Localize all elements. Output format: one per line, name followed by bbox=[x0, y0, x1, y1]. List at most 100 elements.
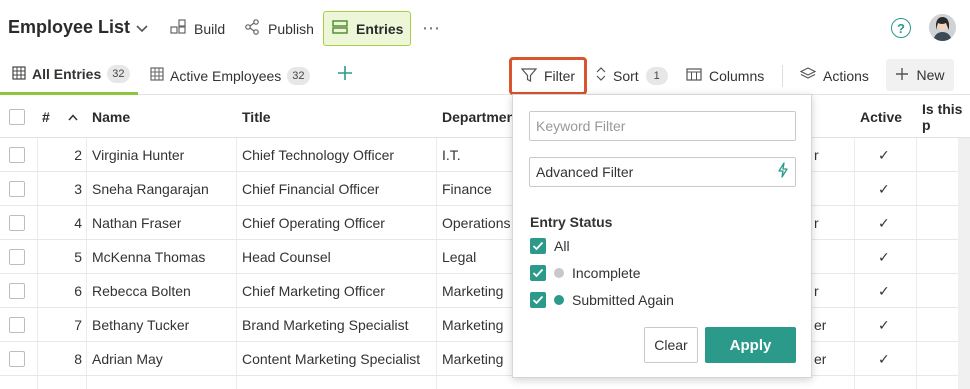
status-option-submitted-again[interactable]: Submitted Again bbox=[530, 292, 674, 308]
columns-button[interactable]: Columns bbox=[686, 56, 764, 95]
row-number: 3 bbox=[74, 181, 82, 197]
avatar[interactable] bbox=[929, 14, 956, 41]
row-department: Legal bbox=[442, 249, 477, 265]
row-partial-cell: er bbox=[814, 317, 827, 333]
tab-active-employees[interactable]: Active Employees 32 bbox=[150, 56, 310, 95]
row-title: Head Counsel bbox=[242, 249, 331, 265]
help-icon[interactable]: ? bbox=[891, 18, 911, 38]
keyword-filter-input[interactable] bbox=[529, 111, 796, 141]
sort-ascending-icon[interactable] bbox=[68, 96, 78, 138]
sort-icon bbox=[596, 67, 606, 84]
row-checkbox[interactable] bbox=[9, 351, 25, 367]
row-title: Chief Marketing Officer bbox=[242, 283, 385, 299]
sort-count-badge: 1 bbox=[645, 66, 668, 85]
table-row[interactable]: 3 Sneha Rangarajan Chief Financial Offic… bbox=[0, 172, 970, 206]
nav-publish-label: Publish bbox=[268, 20, 314, 37]
status-option-incomplete-label: Incomplete bbox=[572, 265, 641, 281]
sort-button-label: Sort bbox=[613, 67, 639, 84]
advanced-filter-label: Advanced Filter bbox=[536, 164, 634, 180]
checkmark-icon: ✓ bbox=[878, 350, 890, 367]
checkbox-checked-icon[interactable] bbox=[530, 238, 546, 254]
row-checkbox[interactable] bbox=[9, 317, 25, 333]
filter-popover: Advanced Filter Entry Status All Incompl… bbox=[512, 94, 812, 378]
nav-entries[interactable]: Entries bbox=[323, 11, 411, 46]
row-checkbox[interactable] bbox=[9, 147, 25, 163]
row-checkbox[interactable] bbox=[9, 249, 25, 265]
row-partial-cell: r bbox=[814, 283, 819, 299]
table-header: # Name Title Departmen Active Is this p bbox=[0, 96, 970, 138]
columns-icon bbox=[686, 67, 702, 84]
header-is-this-p[interactable]: Is this p bbox=[922, 96, 970, 138]
checkmark-icon: ✓ bbox=[878, 316, 890, 333]
row-department: Finance bbox=[442, 181, 492, 197]
row-number: 8 bbox=[74, 351, 82, 367]
row-checkbox[interactable] bbox=[9, 283, 25, 299]
nav-build[interactable]: Build bbox=[162, 11, 233, 46]
new-entry-button[interactable]: New bbox=[886, 59, 954, 91]
select-all-checkbox[interactable] bbox=[9, 109, 25, 125]
filter-button[interactable]: Filter bbox=[509, 57, 587, 95]
header-active[interactable]: Active bbox=[860, 96, 902, 138]
row-name: Nathan Fraser bbox=[92, 215, 182, 231]
table-row[interactable]: 5 McKenna Thomas Head Counsel Legal ✓ bbox=[0, 240, 970, 274]
checkbox-checked-icon[interactable] bbox=[530, 292, 546, 308]
row-checkbox[interactable] bbox=[9, 181, 25, 197]
status-option-incomplete[interactable]: Incomplete bbox=[530, 265, 640, 281]
checkbox-checked-icon[interactable] bbox=[530, 265, 546, 281]
row-partial-cell: r bbox=[814, 147, 819, 163]
apply-button[interactable]: Apply bbox=[705, 327, 796, 363]
top-bar: Employee List Build Publish Entries ⋯ ? bbox=[0, 0, 970, 56]
row-name: Rebecca Bolten bbox=[92, 283, 191, 299]
columns-button-label: Columns bbox=[709, 67, 765, 84]
checkmark-icon: ✓ bbox=[878, 282, 890, 299]
advanced-filter-field[interactable]: Advanced Filter bbox=[529, 157, 796, 187]
tab-all-entries[interactable]: All Entries 32 bbox=[0, 56, 138, 95]
clear-button[interactable]: Clear bbox=[644, 327, 698, 363]
app-title: Employee List bbox=[8, 17, 131, 37]
table-row[interactable]: 7 Bethany Tucker Brand Marketing Special… bbox=[0, 308, 970, 342]
table-row[interactable]: 4 Nathan Fraser Chief Operating Officer … bbox=[0, 206, 970, 240]
entry-status-heading: Entry Status bbox=[530, 214, 613, 230]
vertical-scrollbar[interactable] bbox=[958, 138, 970, 389]
select-all-checkbox-cell[interactable] bbox=[9, 96, 25, 138]
table-row[interactable]: 8 Adrian May Content Marketing Specialis… bbox=[0, 342, 970, 376]
tab-active-employees-label: Active Employees bbox=[170, 67, 282, 84]
lightning-icon[interactable] bbox=[777, 162, 789, 182]
row-name: Bethany Tucker bbox=[92, 317, 190, 333]
nav-publish[interactable]: Publish bbox=[236, 11, 322, 46]
more-options-button[interactable]: ⋯ bbox=[414, 11, 449, 46]
row-title: Chief Financial Officer bbox=[242, 181, 380, 197]
table-row[interactable]: 6 Rebecca Bolten Chief Marketing Officer… bbox=[0, 274, 970, 308]
sort-button[interactable]: Sort 1 bbox=[596, 56, 668, 95]
row-number: 7 bbox=[74, 317, 82, 333]
status-option-all[interactable]: All bbox=[530, 238, 570, 254]
header-title[interactable]: Title bbox=[242, 96, 271, 138]
row-title: Brand Marketing Specialist bbox=[242, 317, 409, 333]
row-department: I.T. bbox=[442, 147, 461, 163]
row-name: Sneha Rangarajan bbox=[92, 181, 209, 197]
actions-button[interactable]: Actions bbox=[799, 56, 869, 95]
checkmark-icon: ✓ bbox=[878, 214, 890, 231]
new-entry-label: New bbox=[916, 67, 945, 83]
row-department: Marketing bbox=[442, 283, 504, 299]
row-department: Operations bbox=[442, 215, 511, 231]
filter-button-label: Filter bbox=[543, 68, 576, 84]
entries-icon bbox=[332, 20, 348, 37]
row-number: 4 bbox=[74, 215, 82, 231]
header-number[interactable]: # bbox=[42, 96, 50, 138]
header-department[interactable]: Departmen bbox=[442, 96, 515, 138]
table-row[interactable]: 2 Virginia Hunter Chief Technology Offic… bbox=[0, 138, 970, 172]
nav-entries-label: Entries bbox=[356, 20, 404, 37]
row-partial-cell: er bbox=[814, 351, 827, 367]
row-checkbox[interactable] bbox=[9, 215, 25, 231]
checkmark-icon: ✓ bbox=[878, 248, 890, 265]
actions-button-label: Actions bbox=[823, 67, 869, 84]
row-title: Chief Technology Officer bbox=[242, 147, 395, 163]
status-dot-icon bbox=[554, 268, 564, 278]
app-title-menu[interactable]: Employee List bbox=[8, 17, 148, 38]
header-name[interactable]: Name bbox=[92, 96, 130, 138]
add-view-button[interactable] bbox=[337, 64, 353, 87]
row-name: McKenna Thomas bbox=[92, 249, 206, 265]
entries-table: # Name Title Departmen Active Is this p … bbox=[0, 96, 970, 389]
tab-active-employees-count: 32 bbox=[287, 66, 310, 85]
